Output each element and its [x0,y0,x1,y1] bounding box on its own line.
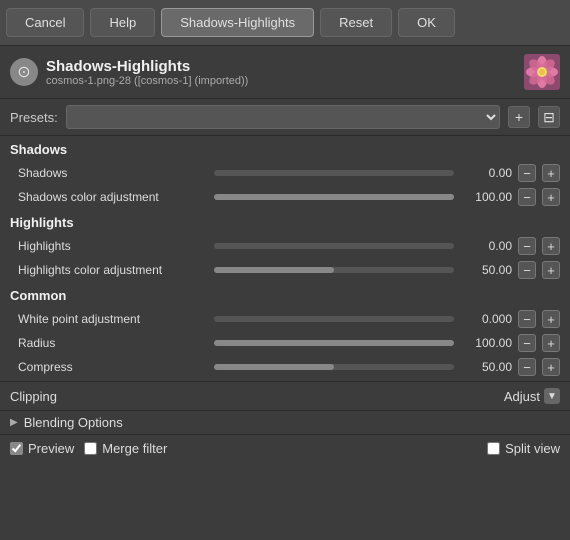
split-view-label[interactable]: Split view [505,441,560,456]
presets-select[interactable] [66,105,500,129]
slider-minus-button[interactable]: − [518,334,536,352]
slider-label: Highlights color adjustment [18,263,208,277]
slider-minus-button[interactable]: − [518,310,536,328]
merge-filter-checkbox[interactable] [84,442,97,455]
shadows-rows: Shadows 0.00 − + Shadows color adjustmen… [0,161,570,209]
panel: ⊙ Shadows-Highlights cosmos-1.png-28 ([c… [0,46,570,540]
blending-arrow-icon: ▶ [10,417,18,428]
slider-track[interactable] [214,340,454,346]
common-rows: White point adjustment 0.000 − + Radius … [0,307,570,379]
highlights-rows: Highlights 0.00 − + Highlights color adj… [0,234,570,282]
slider-plus-button[interactable]: + [542,188,560,206]
panel-subtitle: cosmos-1.png-28 ([cosmos-1] (imported)) [46,75,516,87]
slider-minus-button[interactable]: − [518,237,536,255]
slider-value: 100.00 [460,190,512,204]
blending-options-label[interactable]: Blending Options [24,415,123,430]
highlights-section-label: Highlights [0,209,570,234]
split-view-group: Split view [487,441,560,456]
slider-track[interactable] [214,316,454,322]
slider-row: White point adjustment 0.000 − + [0,307,570,331]
common-section-label: Common [0,282,570,307]
slider-minus-button[interactable]: − [518,261,536,279]
slider-row: Shadows 0.00 − + [0,161,570,185]
slider-fill [214,364,334,370]
blending-row: ▶ Blending Options [0,410,570,434]
merge-filter-label[interactable]: Merge filter [102,441,167,456]
reset-button[interactable]: Reset [320,8,392,37]
panel-thumbnail [524,54,560,90]
slider-track[interactable] [214,243,454,249]
panel-header: ⊙ Shadows-Highlights cosmos-1.png-28 ([c… [0,46,570,99]
presets-save-button[interactable]: ⊟ [538,106,560,128]
slider-value: 0.000 [460,312,512,326]
slider-track[interactable] [214,194,454,200]
clipping-value: Adjust [504,389,540,404]
slider-fill [214,194,454,200]
slider-label: White point adjustment [18,312,208,326]
clipping-dropdown-arrow[interactable]: ▼ [544,388,560,404]
slider-label: Compress [18,360,208,374]
slider-value: 50.00 [460,360,512,374]
presets-label: Presets: [10,110,58,125]
slider-plus-button[interactable]: + [542,358,560,376]
toolbar: Cancel Help Shadows-Highlights Reset OK [0,0,570,46]
slider-track[interactable] [214,267,454,273]
slider-label: Shadows [18,166,208,180]
bottom-bar: Preview Merge filter Split view [0,434,570,462]
presets-row: Presets: + ⊟ [0,99,570,136]
slider-label: Highlights [18,239,208,253]
slider-value: 100.00 [460,336,512,350]
clipping-label: Clipping [10,389,504,404]
clipping-select[interactable]: Adjust ▼ [504,388,560,404]
cancel-button[interactable]: Cancel [6,8,84,37]
slider-row: Highlights 0.00 − + [0,234,570,258]
ok-button[interactable]: OK [398,8,455,37]
slider-value: 0.00 [460,239,512,253]
slider-track[interactable] [214,364,454,370]
icon-char: ⊙ [17,62,30,82]
clipping-row: Clipping Adjust ▼ [0,381,570,410]
slider-minus-button[interactable]: − [518,164,536,182]
panel-icon: ⊙ [10,58,38,86]
slider-plus-button[interactable]: + [542,334,560,352]
preview-label[interactable]: Preview [28,441,74,456]
shadows-highlights-button[interactable]: Shadows-Highlights [161,8,314,37]
panel-title: Shadows-Highlights [46,58,516,75]
slider-plus-button[interactable]: + [542,261,560,279]
slider-minus-button[interactable]: − [518,358,536,376]
slider-plus-button[interactable]: + [542,237,560,255]
slider-label: Radius [18,336,208,350]
slider-row: Shadows color adjustment 100.00 − + [0,185,570,209]
slider-track[interactable] [214,170,454,176]
preview-group: Preview [10,441,74,456]
slider-value: 50.00 [460,263,512,277]
presets-add-button[interactable]: + [508,106,530,128]
slider-plus-button[interactable]: + [542,310,560,328]
panel-title-group: Shadows-Highlights cosmos-1.png-28 ([cos… [46,58,516,87]
slider-fill [214,340,454,346]
slider-label: Shadows color adjustment [18,190,208,204]
help-button[interactable]: Help [90,8,155,37]
slider-fill [214,267,334,273]
slider-plus-button[interactable]: + [542,164,560,182]
merge-filter-group: Merge filter [84,441,167,456]
slider-minus-button[interactable]: − [518,188,536,206]
slider-row: Radius 100.00 − + [0,331,570,355]
split-view-checkbox[interactable] [487,442,500,455]
slider-row: Highlights color adjustment 50.00 − + [0,258,570,282]
preview-checkbox[interactable] [10,442,23,455]
shadows-section-label: Shadows [0,136,570,161]
slider-row: Compress 50.00 − + [0,355,570,379]
slider-value: 0.00 [460,166,512,180]
